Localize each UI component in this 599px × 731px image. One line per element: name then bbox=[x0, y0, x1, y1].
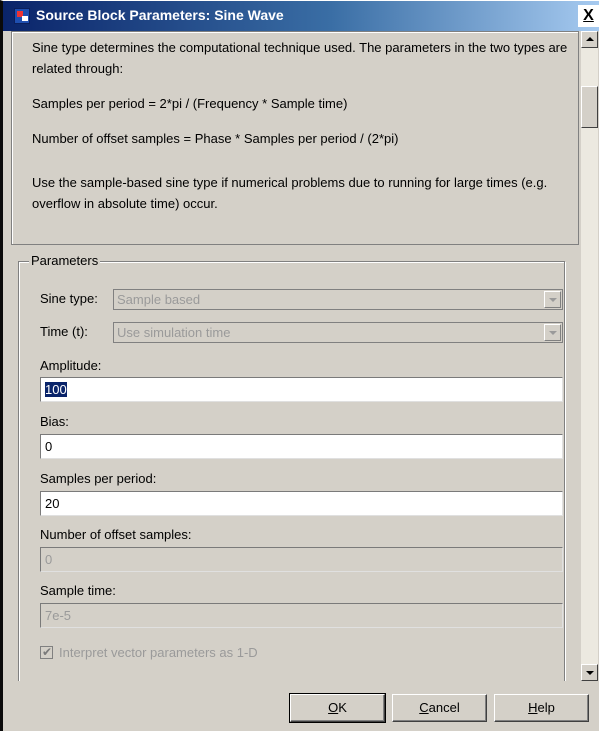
interpret-vector-row: Interpret vector parameters as 1-D bbox=[40, 644, 258, 661]
close-icon: X bbox=[583, 7, 594, 24]
samples-per-period-input[interactable]: 20 bbox=[40, 491, 563, 516]
scrollbar-thumb[interactable] bbox=[581, 86, 598, 128]
sample-time-label: Sample time: bbox=[40, 583, 116, 598]
ok-accel: O bbox=[328, 700, 339, 715]
description-text-4: Use the sample-based sine type if numeri… bbox=[32, 175, 548, 211]
cancel-button[interactable]: Cancel bbox=[392, 694, 487, 722]
interpret-vector-checkbox bbox=[40, 644, 53, 660]
help-button[interactable]: Help bbox=[494, 694, 589, 722]
amplitude-value: 100 bbox=[45, 382, 67, 397]
title-bar[interactable]: Source Block Parameters: Sine Wave bbox=[3, 1, 599, 31]
description-text-2: Samples per period = 2*pi / (Frequency *… bbox=[32, 96, 348, 111]
sine-type-select[interactable]: Sample based bbox=[113, 289, 563, 310]
help-label: elp bbox=[537, 700, 555, 715]
chevron-down-icon[interactable] bbox=[544, 291, 561, 308]
description-text-3: Number of offset samples = Phase * Sampl… bbox=[32, 131, 399, 146]
samples-per-period-label: Samples per period: bbox=[40, 471, 157, 486]
amplitude-label: Amplitude: bbox=[40, 358, 102, 373]
sample-time-input: 7e-5 bbox=[40, 603, 563, 628]
bias-input[interactable]: 0 bbox=[40, 434, 563, 459]
simulink-block-icon bbox=[14, 8, 30, 24]
sine-type-value: Sample based bbox=[117, 292, 201, 307]
dialog-window: Source Block Parameters: Sine Wave X Sin… bbox=[0, 0, 599, 731]
cancel-label: ancel bbox=[428, 700, 460, 715]
samples-per-period-value: 20 bbox=[45, 496, 60, 511]
scroll-down-icon[interactable] bbox=[581, 664, 598, 681]
offset-samples-input: 0 bbox=[40, 547, 563, 572]
vertical-scrollbar[interactable] bbox=[581, 31, 598, 681]
bias-label: Bias: bbox=[40, 414, 69, 429]
bias-value: 0 bbox=[45, 439, 53, 454]
time-select[interactable]: Use simulation time bbox=[113, 322, 563, 343]
dialog-content: Sine type determines the computational t… bbox=[11, 31, 579, 681]
parameters-legend: Parameters bbox=[29, 250, 101, 271]
help-accel: H bbox=[528, 700, 538, 715]
cancel-accel: C bbox=[419, 700, 429, 715]
time-value: Use simulation time bbox=[117, 325, 231, 340]
close-button[interactable]: X bbox=[578, 5, 599, 27]
ok-label: K bbox=[338, 700, 347, 715]
window-title: Source Block Parameters: Sine Wave bbox=[36, 7, 284, 23]
interpret-vector-label: Interpret vector parameters as 1-D bbox=[59, 645, 258, 660]
sample-time-value: 7e-5 bbox=[45, 608, 72, 623]
chevron-down-icon[interactable] bbox=[544, 324, 561, 341]
time-label: Time (t): bbox=[40, 324, 88, 339]
amplitude-input[interactable]: 100 bbox=[40, 377, 563, 402]
scroll-up-icon[interactable] bbox=[581, 31, 598, 48]
offset-samples-value: 0 bbox=[45, 552, 53, 567]
sine-type-label: Sine type: bbox=[40, 291, 98, 306]
description-panel: Sine type determines the computational t… bbox=[11, 31, 579, 245]
description-text-1: Sine type determines the computational t… bbox=[32, 40, 568, 76]
offset-samples-label: Number of offset samples: bbox=[40, 527, 192, 542]
ok-button[interactable]: OK bbox=[289, 693, 386, 723]
